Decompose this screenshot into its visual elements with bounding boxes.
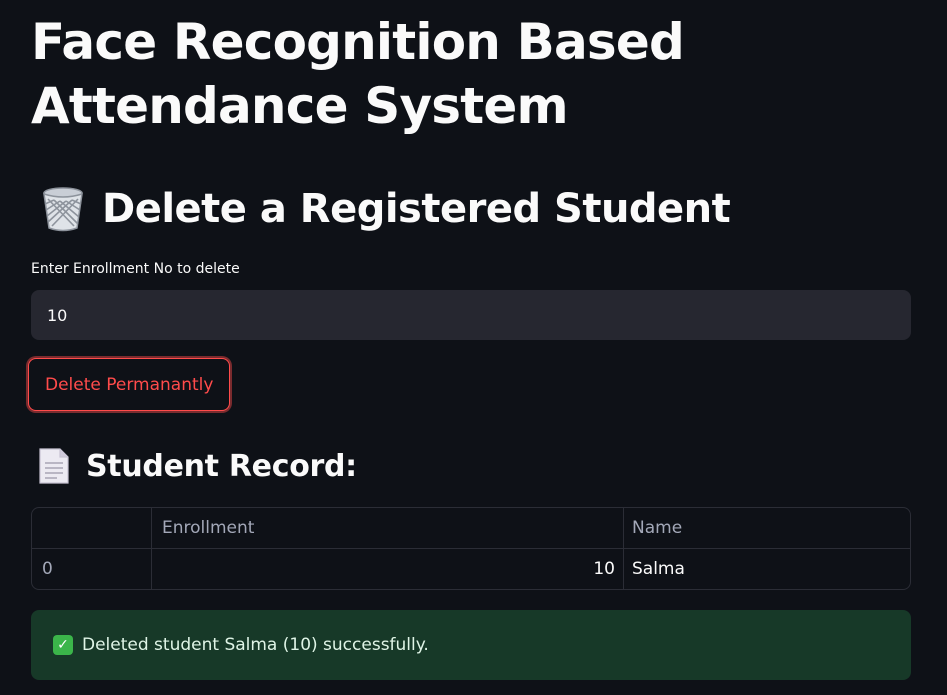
check-mark-button-icon: ✓ [53, 635, 73, 655]
delete-section-header: Delete a Registered Student [38, 178, 731, 240]
success-alert: ✓ Deleted student Salma (10) successfull… [31, 610, 911, 680]
row-index-cell[interactable]: 0 [32, 549, 152, 589]
column-header-name[interactable]: Name [624, 508, 910, 548]
enrollment-cell[interactable]: 10 [152, 549, 624, 589]
delete-permanently-button[interactable]: Delete Permanantly [28, 358, 231, 411]
enrollment-input[interactable] [31, 290, 911, 340]
table-row: 0 10 Salma [32, 549, 910, 589]
name-cell[interactable]: Salma [624, 549, 910, 589]
column-header-enrollment[interactable]: Enrollment [152, 508, 624, 548]
app-page: Face Recognition Based Attendance System… [0, 0, 947, 695]
student-record-table[interactable]: Enrollment Name 0 10 Salma [31, 507, 911, 590]
enrollment-input-label: Enter Enrollment No to delete [31, 261, 240, 277]
table-header-row: Enrollment Name [32, 508, 910, 549]
page-facing-up-icon [38, 447, 70, 485]
column-header-index[interactable] [32, 508, 152, 548]
wastebasket-icon [38, 184, 88, 234]
delete-section-title: Delete a Registered Student [102, 186, 731, 232]
student-record-title: Student Record: [86, 448, 357, 484]
student-record-header: Student Record: [38, 443, 357, 489]
success-message: Deleted student Salma (10) successfully. [82, 635, 429, 655]
page-title: Face Recognition Based Attendance System [31, 13, 685, 135]
